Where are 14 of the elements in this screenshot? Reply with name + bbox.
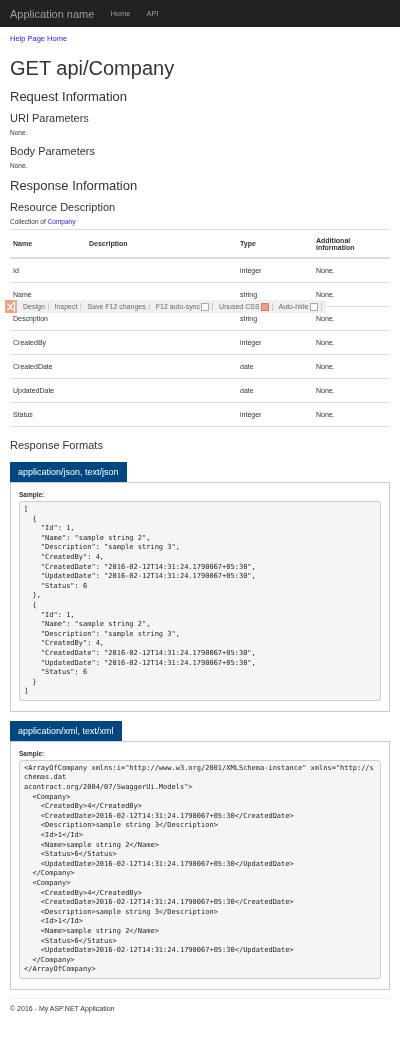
section-heading: Request Information	[10, 89, 129, 104]
checkbox[interactable]	[201, 302, 210, 311]
format-tab[interactable]: application/xml, text/xml	[10, 720, 122, 741]
subsection-heading: Body Parameters	[10, 145, 96, 157]
checkbox[interactable]	[260, 302, 269, 311]
checkbox[interactable]	[309, 302, 318, 311]
section-heading: Response Information	[10, 178, 139, 193]
brand-link[interactable]: Application name	[10, 7, 95, 20]
subsection-heading: Response Formats	[10, 439, 104, 451]
subsection-heading: Resource Description	[10, 201, 117, 213]
format-tab[interactable]: application/json, text/json	[10, 462, 127, 482]
page-title: GET api/Company	[10, 57, 176, 80]
subsection-heading: URI Parameters	[10, 112, 90, 124]
logo-icon	[5, 300, 17, 313]
